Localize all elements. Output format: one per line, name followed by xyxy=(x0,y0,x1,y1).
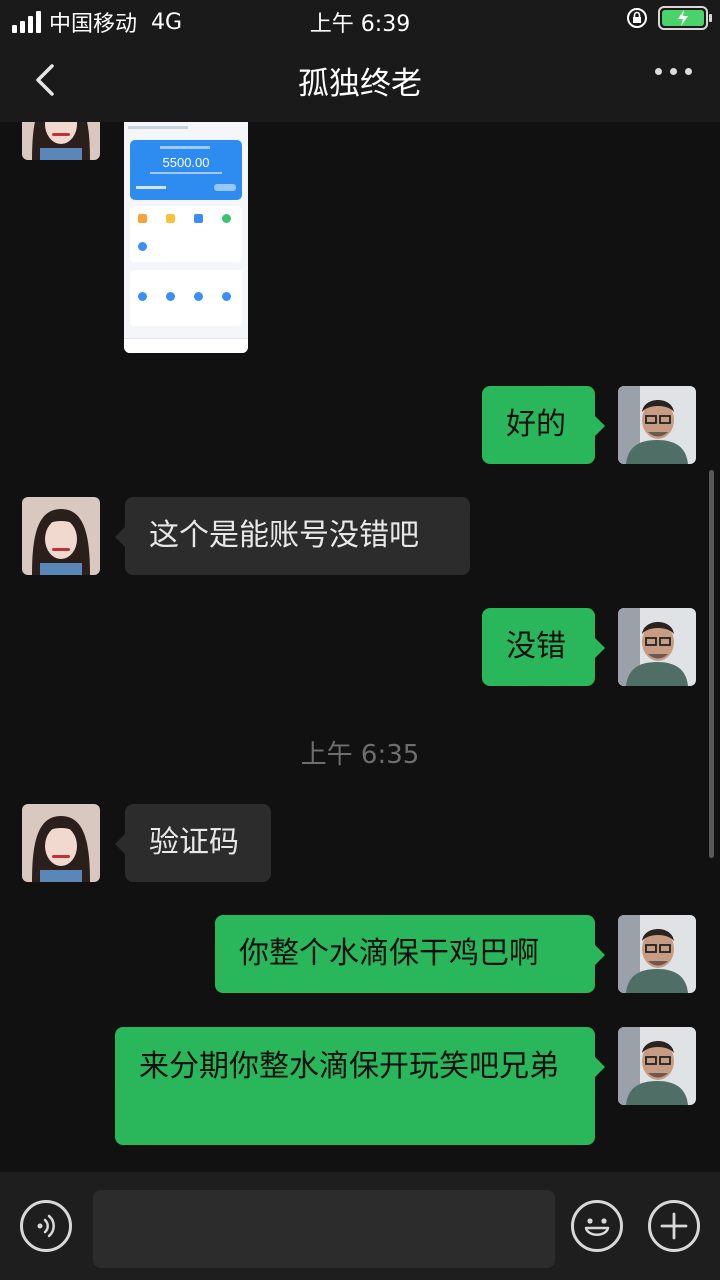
message-text: 没错 xyxy=(506,629,566,664)
avatar-self[interactable] xyxy=(618,1027,696,1105)
input-bar xyxy=(0,1172,720,1280)
battery-icon xyxy=(658,6,712,30)
more-dots-icon[interactable] xyxy=(655,68,692,75)
message-text: 你整个水滴保干鸡巴啊 xyxy=(239,936,539,971)
avatar-contact[interactable] xyxy=(22,497,100,575)
message-bubble-outgoing[interactable]: 没错 xyxy=(482,608,605,686)
avatar-contact[interactable] xyxy=(22,804,100,882)
avatar-contact[interactable] xyxy=(22,122,100,160)
status-time: 上午 6:39 xyxy=(309,12,411,37)
avatar-self[interactable] xyxy=(618,608,696,686)
avatar-self[interactable] xyxy=(618,915,696,993)
message-bubble-outgoing[interactable]: 来分期你整水滴保开玩笑吧兄弟 xyxy=(115,1027,605,1145)
message-text: 好的 xyxy=(506,407,566,442)
message-text: 验证码 xyxy=(149,825,239,860)
chat-area[interactable]: 5500.00 好的 这个是能账号没错吧 没错 上午 6:35 验证码 你整个水… xyxy=(0,122,720,1172)
message-bubble-outgoing[interactable]: 你整个水滴保干鸡巴啊 xyxy=(215,915,605,993)
message-bubble-incoming[interactable]: 验证码 xyxy=(115,804,271,882)
message-text: 来分期你整水滴保开玩笑吧兄弟 xyxy=(139,1049,559,1084)
scrollbar[interactable] xyxy=(709,470,714,858)
voice-icon[interactable] xyxy=(20,1200,72,1252)
amount-text: 5500.00 xyxy=(162,155,210,170)
avatar-self[interactable] xyxy=(618,386,696,464)
status-right xyxy=(626,6,712,30)
timestamp: 上午 6:35 xyxy=(300,740,420,770)
chat-title: 孤独终老 xyxy=(298,66,422,102)
status-bar: 中国移动 4G 上午 6:39 xyxy=(0,0,720,40)
plus-icon[interactable] xyxy=(648,1200,700,1252)
message-input[interactable] xyxy=(93,1190,555,1268)
shared-screenshot-image[interactable]: 5500.00 xyxy=(124,122,248,353)
rotation-lock-icon xyxy=(627,8,647,28)
emoji-icon[interactable] xyxy=(571,1200,623,1252)
message-bubble-outgoing[interactable]: 好的 xyxy=(482,386,605,464)
message-text: 这个是能账号没错吧 xyxy=(149,518,419,553)
chat-header: 孤独终老 xyxy=(0,40,720,122)
message-bubble-incoming[interactable]: 这个是能账号没错吧 xyxy=(115,497,470,575)
